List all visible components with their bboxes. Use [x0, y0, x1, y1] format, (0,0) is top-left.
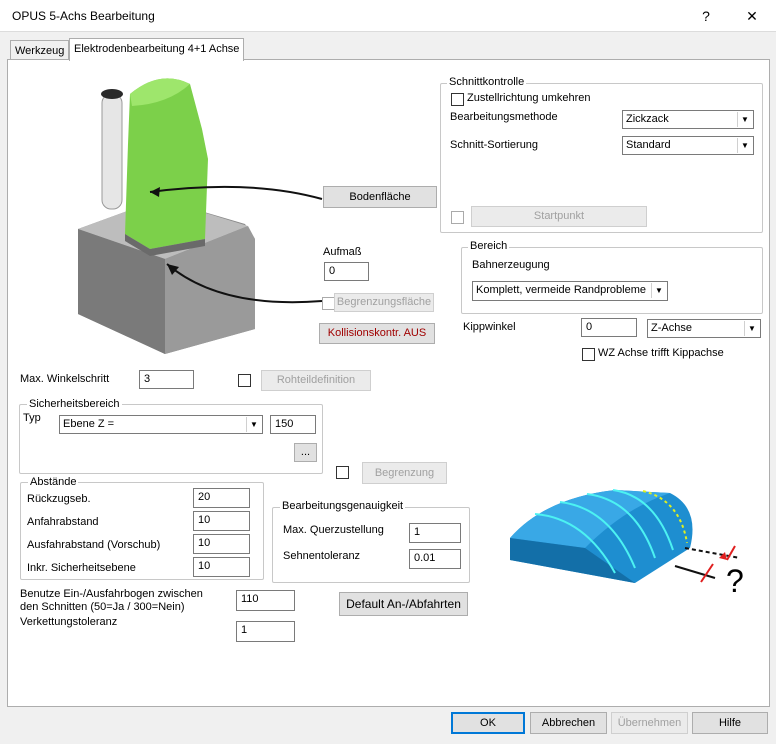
- abstand-label: Rückzugseb.: [27, 493, 91, 505]
- kippwinkel-input[interactable]: 0: [581, 318, 637, 337]
- aufmass-input[interactable]: 0: [324, 262, 369, 281]
- anfahrabstand-input[interactable]: 10: [193, 511, 250, 531]
- begrenzung-button[interactable]: Begrenzung: [362, 462, 447, 484]
- chevron-down-icon: ▼: [744, 321, 759, 336]
- typ-label: Typ: [23, 412, 41, 424]
- winkelschritt-label: Max. Winkelschritt: [20, 373, 110, 385]
- sicherheitsbereich-input[interactable]: 150: [270, 415, 316, 434]
- title-bar: OPUS 5-Achs Bearbeitung ? ✕: [0, 0, 776, 32]
- zustellrichtung-label: Zustellrichtung umkehren: [467, 92, 591, 104]
- begrenzung-checkbox[interactable]: [336, 466, 349, 479]
- sehnentoleranz-input[interactable]: 0.01: [409, 549, 461, 569]
- startpunkt-checkbox[interactable]: [451, 211, 464, 224]
- chevron-down-icon: ▼: [737, 138, 752, 153]
- abstand-label: Inkr. Sicherheitsebene: [27, 562, 136, 574]
- schnitt-sortierung-label: Schnitt-Sortierung: [450, 139, 539, 151]
- kippachse-value: Z-Achse: [651, 322, 692, 334]
- bearbeitungsmethode-select[interactable]: Zickzack ▼: [622, 110, 754, 129]
- kippwinkel-label: Kippwinkel: [463, 321, 516, 333]
- abstand-label: Anfahrabstand: [27, 516, 99, 528]
- ok-button[interactable]: OK: [451, 712, 525, 734]
- help-button[interactable]: Hilfe: [692, 712, 768, 734]
- ausfahrabstand-input[interactable]: 10: [193, 534, 250, 554]
- cancel-button[interactable]: Abbrechen: [530, 712, 607, 734]
- querzustellung-input[interactable]: 1: [409, 523, 461, 543]
- winkelschritt-input[interactable]: 3: [139, 370, 194, 389]
- kippachse-select[interactable]: Z-Achse ▼: [647, 319, 761, 338]
- querzustellung-label: Max. Querzustellung: [283, 524, 384, 536]
- abstaende-title: Abstände: [28, 476, 79, 488]
- bearbeitungsmethode-value: Zickzack: [626, 113, 669, 125]
- startpunkt-button[interactable]: Startpunkt: [471, 206, 647, 227]
- boegen-input[interactable]: 110: [236, 590, 295, 611]
- window-title: OPUS 5-Achs Bearbeitung: [12, 9, 155, 23]
- bahnerzeugung-value: Komplett, vermeide Randprobleme: [476, 284, 646, 296]
- sehnentoleranz-label: Sehnentoleranz: [283, 550, 361, 562]
- tab-elektrodenbearbeitung[interactable]: Elektrodenbearbeitung 4+1 Achse: [69, 38, 245, 61]
- more-button[interactable]: ...: [294, 443, 317, 462]
- boegen-label-line2: den Schnitten (50=Ja / 300=Nein): [20, 601, 185, 613]
- bearbeitungsmethode-label: Bearbeitungsmethode: [450, 111, 558, 123]
- default-anabfahrten-button[interactable]: Default An-/Abfahrten: [339, 592, 468, 616]
- schnitt-sortierung-value: Standard: [626, 139, 671, 151]
- typ-select[interactable]: Ebene Z = ▼: [59, 415, 263, 434]
- begrenzungsflaeche-button[interactable]: Begrenzungsfläche: [334, 293, 434, 312]
- close-window-button[interactable]: ✕: [730, 4, 774, 28]
- aufmass-label: Aufmaß: [323, 246, 362, 258]
- kollisionskontrolle-button[interactable]: Kollisionskontr. AUS: [319, 323, 435, 344]
- bodenflaeche-button[interactable]: Bodenfläche: [323, 186, 437, 208]
- bahnerzeugung-select[interactable]: Komplett, vermeide Randprobleme ▼: [472, 281, 668, 301]
- bahnerzeugung-label: Bahnerzeugung: [472, 259, 550, 271]
- rohteildefinition-button[interactable]: Rohteildefinition: [261, 370, 371, 391]
- tab-werkzeug[interactable]: Werkzeug: [10, 40, 70, 61]
- abstand-label: Ausfahrabstand (Vorschub): [27, 539, 161, 551]
- wz-achse-label: WZ Achse trifft Kippachse: [598, 347, 724, 359]
- question-mark: ?: [726, 563, 744, 599]
- sicherheitsbereich-title: Sicherheitsbereich: [27, 398, 122, 410]
- help-window-button[interactable]: ?: [684, 4, 728, 28]
- schnittkontrolle-title: Schnittkontrolle: [447, 76, 527, 88]
- schnitt-sortierung-select[interactable]: Standard ▼: [622, 136, 754, 155]
- genauigkeit-title: Bearbeitungsgenauigkeit: [280, 500, 406, 512]
- zustellrichtung-checkbox[interactable]: [451, 93, 464, 106]
- rohteil-checkbox[interactable]: [238, 374, 251, 387]
- boegen-label-line1: Benutze Ein-/Ausfahrbogen zwischen: [20, 588, 203, 600]
- apply-button[interactable]: Übernehmen: [611, 712, 688, 734]
- inkr-sicherheitsebene-input[interactable]: 10: [193, 557, 250, 577]
- rueckzugsebene-input[interactable]: 20: [193, 488, 250, 508]
- verkettung-input[interactable]: 1: [236, 621, 295, 642]
- bereich-title: Bereich: [468, 240, 510, 252]
- chevron-down-icon: ▼: [246, 417, 261, 432]
- typ-value: Ebene Z =: [63, 418, 115, 430]
- verkettung-label: Verkettungstoleranz: [20, 616, 118, 628]
- chevron-down-icon: ▼: [737, 112, 752, 127]
- chevron-down-icon: ▼: [651, 283, 666, 298]
- wz-achse-checkbox[interactable]: [582, 348, 595, 361]
- genauigkeit-group: [272, 507, 470, 583]
